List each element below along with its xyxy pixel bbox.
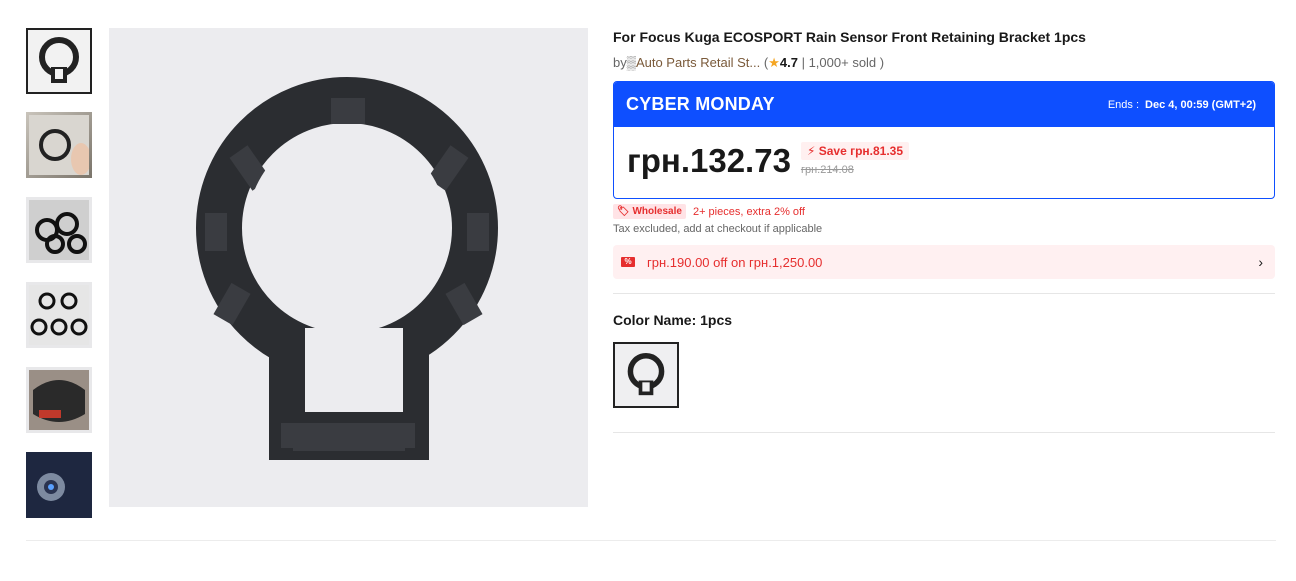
color-swatch-1pcs[interactable] — [613, 342, 679, 408]
coupon-icon: % — [621, 257, 635, 267]
star-icon: ★ — [768, 55, 780, 70]
section-divider — [26, 540, 1276, 541]
wholesale-badge-label: Wholesale — [632, 206, 682, 217]
save-amount: Save грн.81.35 — [818, 144, 904, 158]
promo-ends: Ends : Dec 4, 00:59 (GMT+2) — [1108, 99, 1256, 111]
bracket-thumb-image — [39, 37, 79, 83]
promo-title: CYBER MONDAY — [626, 94, 775, 114]
thumbnail-1[interactable] — [26, 28, 92, 94]
promo-header: CYBER MONDAY Ends : Dec 4, 00:59 (GMT+2) — [614, 82, 1274, 127]
tag-icon: 🏷 — [617, 206, 630, 217]
rating-value: 4.7 — [779, 55, 798, 70]
promo-ends-label: Ends : — [1107, 98, 1140, 111]
price-block: грн.132.73 ⚡ Save грн.81.35 грн.214.08 — [614, 127, 1274, 198]
thumbnail-list — [26, 28, 94, 537]
wholesale-badge: 🏷 Wholesale — [613, 204, 686, 219]
thumbnail-2[interactable] — [26, 112, 92, 178]
price-side: ⚡ Save грн.81.35 грн.214.08 — [800, 142, 910, 176]
thumbnail-6[interactable] — [26, 452, 92, 518]
wholesale-text: 2+ pieces, extra 2% off — [692, 205, 805, 218]
product-title: For Focus Kuga ECOSPORT Rain Sensor Fron… — [613, 29, 1086, 45]
bracket-group-thumb-image — [29, 200, 89, 260]
bracket-image — [109, 28, 588, 507]
bolt-icon: ⚡ — [806, 144, 816, 158]
divider — [613, 293, 1275, 294]
bracket-swatch-image — [627, 353, 665, 396]
separator: | — [801, 55, 805, 70]
color-name-label: Color Name: 1pcs — [613, 312, 733, 328]
promo-box: CYBER MONDAY Ends : Dec 4, 00:59 (GMT+2) … — [613, 81, 1275, 199]
thumbnail-3[interactable] — [26, 197, 92, 263]
original-price: грн.214.08 — [800, 164, 854, 176]
coupon-bar[interactable]: % грн.190.00 off on грн.1,250.00 › — [613, 245, 1275, 279]
main-product-image[interactable] — [109, 28, 588, 507]
save-badge: ⚡ Save грн.81.35 — [800, 142, 910, 160]
paren-close: ) — [876, 55, 885, 70]
wholesale-line: 🏷 Wholesale 2+ pieces, extra 2% off — [613, 204, 1275, 219]
bracket-set-thumb-image — [29, 285, 89, 345]
store-icon: ▒ — [626, 55, 636, 70]
tax-note: Tax excluded, add at checkout if applica… — [613, 223, 823, 235]
store-rating-line: by▒Auto Parts Retail St... (★4.7 | 1,000… — [613, 55, 1275, 71]
product-info-panel: For Focus Kuga ECOSPORT Rain Sensor Fron… — [613, 28, 1275, 433]
thumbnail-5[interactable] — [26, 367, 92, 433]
sold-count: 1,000+ sold — [808, 55, 877, 70]
divider — [613, 432, 1275, 433]
bracket-closeup-thumb-image — [29, 370, 89, 430]
store-link[interactable]: Auto Parts Retail St... — [636, 55, 760, 70]
chevron-right-icon[interactable]: › — [1258, 254, 1263, 270]
by-prefix: by — [613, 55, 627, 70]
current-price: грн.132.73 — [627, 142, 791, 179]
sensor-installed-thumb-image — [29, 457, 89, 513]
thumbnail-4[interactable] — [26, 282, 92, 348]
bracket-hand-thumb-image — [29, 115, 89, 175]
promo-ends-time: Dec 4, 00:59 (GMT+2) — [1145, 98, 1256, 111]
coupon-text: грн.190.00 off on грн.1,250.00 — [647, 254, 823, 270]
